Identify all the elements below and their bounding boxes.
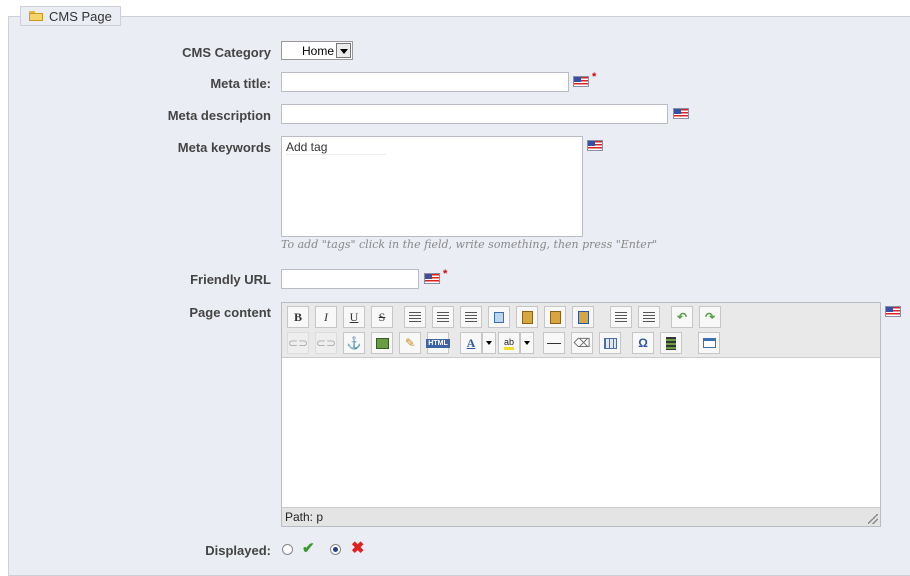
rich-text-editor: B I U S ↶ ↷ ⊂⊃ ⊂⊃ ⚓ ✎ HTML A ab ⌫ Ω Path… xyxy=(281,302,881,527)
cms-category-select[interactable]: Home xyxy=(281,41,353,60)
text-color-dropdown[interactable] xyxy=(482,332,496,354)
align-center-button[interactable] xyxy=(432,306,454,328)
image-icon xyxy=(375,337,389,349)
meta-keywords-label: Meta keywords xyxy=(177,140,271,155)
insert-table-button[interactable] xyxy=(599,332,621,354)
cleanup-button[interactable]: ✎ xyxy=(399,332,421,354)
displayed-yes-radio[interactable] xyxy=(282,544,293,555)
copy-button[interactable] xyxy=(488,306,510,328)
insert-image-button[interactable] xyxy=(371,332,393,354)
highlight-icon: ab xyxy=(503,337,514,350)
displayed-label: Displayed: xyxy=(205,543,271,558)
unlink-button[interactable]: ⊂⊃ xyxy=(315,332,337,354)
align-left-button[interactable] xyxy=(404,306,426,328)
bullet-list-icon xyxy=(615,312,627,322)
horizontal-rule-icon xyxy=(547,342,561,344)
link-icon: ⊂⊃ xyxy=(287,336,309,350)
editor-path[interactable]: Path: p xyxy=(285,510,323,524)
unlink-icon: ⊂⊃ xyxy=(315,336,337,350)
align-right-icon xyxy=(465,312,477,322)
bold-button[interactable]: B xyxy=(287,306,309,328)
check-icon: ✔ xyxy=(302,540,315,557)
fullscreen-button[interactable] xyxy=(698,332,720,354)
meta-keywords-tag-input[interactable]: Add tag xyxy=(281,136,583,237)
required-marker: * xyxy=(592,71,597,83)
link-button[interactable]: ⊂⊃ xyxy=(287,332,309,354)
html-source-button[interactable]: HTML xyxy=(426,332,450,354)
italic-button[interactable]: I xyxy=(315,306,337,328)
underline-button[interactable]: U xyxy=(343,306,365,328)
align-center-icon xyxy=(437,312,449,322)
paste-text-icon xyxy=(549,310,561,324)
friendly-url-input[interactable] xyxy=(281,269,419,289)
strikethrough-button[interactable]: S xyxy=(371,306,393,328)
paste-button[interactable] xyxy=(516,306,538,328)
resize-handle-icon[interactable] xyxy=(868,514,878,524)
horizontal-rule-button[interactable] xyxy=(543,332,565,354)
table-icon xyxy=(603,337,617,349)
meta-description-label: Meta description xyxy=(167,108,271,123)
window-icon xyxy=(702,338,716,348)
cms-category-value: Home xyxy=(301,44,334,58)
remove-format-button[interactable]: ⌫ xyxy=(571,332,593,354)
us-flag-icon[interactable] xyxy=(885,306,901,317)
highlight-color-button[interactable]: ab xyxy=(498,332,520,354)
meta-description-input[interactable] xyxy=(281,104,668,124)
cross-icon: ✖ xyxy=(351,540,365,557)
text-color-icon: A xyxy=(466,335,476,350)
undo-button[interactable]: ↶ xyxy=(671,306,693,328)
tags-hint: To add "tags" click in the field, write … xyxy=(281,238,658,251)
fieldset-legend: CMS Page xyxy=(20,6,121,26)
paste-word-icon xyxy=(577,310,589,324)
film-icon xyxy=(666,336,676,350)
bullet-list-button[interactable] xyxy=(610,306,632,328)
us-flag-icon[interactable] xyxy=(587,140,603,151)
brush-icon: ✎ xyxy=(404,336,416,350)
meta-title-input[interactable] xyxy=(281,72,569,92)
editor-statusbar: Path: p xyxy=(282,507,880,526)
redo-button[interactable]: ↷ xyxy=(699,306,721,328)
special-char-button[interactable]: Ω xyxy=(632,332,654,354)
fieldset-title: CMS Page xyxy=(49,8,112,24)
cms-category-label: CMS Category xyxy=(182,45,271,60)
friendly-url-label: Friendly URL xyxy=(190,272,271,287)
required-marker: * xyxy=(443,268,448,280)
paste-text-button[interactable] xyxy=(544,306,566,328)
editor-content-area[interactable] xyxy=(282,358,880,508)
displayed-no-radio[interactable] xyxy=(330,544,341,555)
chevron-down-icon xyxy=(524,341,530,345)
undo-icon: ↶ xyxy=(676,310,688,324)
html-icon: HTML xyxy=(426,338,450,348)
highlight-color-dropdown[interactable] xyxy=(520,332,534,354)
numbered-list-icon xyxy=(643,312,655,322)
eraser-icon: ⌫ xyxy=(573,336,591,350)
editor-toolbar: B I U S ↶ ↷ ⊂⊃ ⊂⊃ ⚓ ✎ HTML A ab ⌫ Ω xyxy=(282,303,880,358)
us-flag-icon[interactable] xyxy=(424,273,440,284)
us-flag-icon[interactable] xyxy=(573,76,589,87)
copy-icon xyxy=(494,311,504,323)
align-left-icon xyxy=(409,312,421,322)
page-content-label: Page content xyxy=(189,305,271,320)
folder-icon xyxy=(29,11,43,21)
paste-word-button[interactable] xyxy=(572,306,594,328)
insert-media-button[interactable] xyxy=(660,332,682,354)
align-right-button[interactable] xyxy=(460,306,482,328)
numbered-list-button[interactable] xyxy=(638,306,660,328)
add-tag-placeholder[interactable]: Add tag xyxy=(286,140,386,155)
redo-icon: ↷ xyxy=(704,310,716,324)
chevron-down-icon xyxy=(486,341,492,345)
text-color-button[interactable]: A xyxy=(460,332,482,354)
us-flag-icon[interactable] xyxy=(673,108,689,119)
meta-title-label: Meta title: xyxy=(210,76,271,91)
anchor-icon: ⚓ xyxy=(346,336,362,350)
anchor-button[interactable]: ⚓ xyxy=(343,332,365,354)
chevron-down-icon[interactable] xyxy=(336,43,351,58)
paste-icon xyxy=(521,310,533,324)
